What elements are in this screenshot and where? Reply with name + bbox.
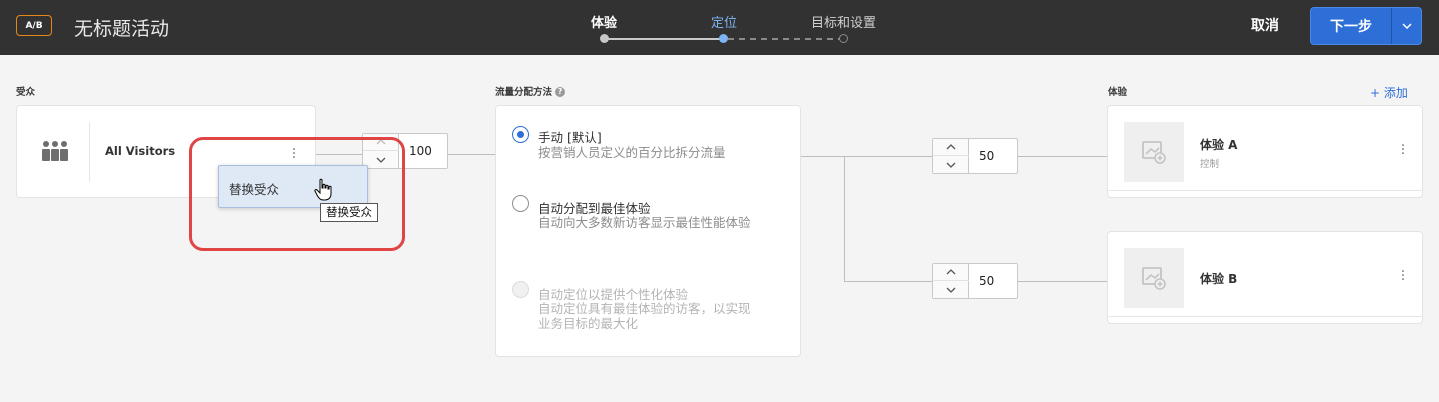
traffic-section-label: 流量分配方法? — [495, 84, 566, 98]
stepper-arrows — [933, 264, 969, 298]
option-desc: 按营销人员定义的百分比拆分流量 — [538, 145, 726, 160]
stepper-value[interactable]: 100 — [409, 144, 432, 158]
visitors-icon — [42, 141, 68, 161]
experience-section-label: 体验 — [1108, 87, 1128, 98]
connector-line — [844, 156, 845, 282]
stepper-value[interactable]: 50 — [979, 149, 994, 163]
decrement-icon[interactable] — [933, 156, 969, 173]
connector-line — [1018, 156, 1108, 157]
step-dot-experience — [600, 34, 609, 43]
connector-line — [1018, 281, 1108, 282]
next-button[interactable]: 下一步 — [1310, 7, 1422, 45]
option-title[interactable]: 手动 [默认] — [538, 127, 602, 146]
activity-title[interactable]: 无标题活动 — [74, 14, 169, 41]
more-options-icon[interactable]: · · · — [1400, 265, 1406, 287]
radio-auto-target — [512, 281, 529, 298]
experience-name[interactable]: 体验 B — [1200, 270, 1237, 287]
step-targeting[interactable]: 定位 — [711, 12, 737, 31]
option-desc: 自动向大多数新访客显示最佳性能体验 — [538, 215, 751, 230]
experience-subtitle: 控制 — [1200, 159, 1220, 170]
cancel-button[interactable]: 取消 — [1251, 15, 1279, 35]
step-goals-settings[interactable]: 目标和设置 — [811, 12, 876, 31]
ab-test-badge: A/B — [16, 15, 52, 36]
connector-line — [800, 156, 932, 157]
step-remaining-line — [728, 38, 842, 40]
connector-line — [448, 154, 496, 155]
help-icon[interactable]: ? — [555, 87, 566, 97]
step-dot-targeting — [719, 34, 728, 43]
traffic-allocation-card: 手动 [默认] 按营销人员定义的百分比拆分流量 自动分配到最佳体验 自动向大多数… — [495, 105, 801, 357]
card-divider — [1108, 316, 1422, 317]
option-desc: 自动定位具有最佳体验的访客，以实现 — [538, 301, 751, 316]
next-button-label[interactable]: 下一步 — [1311, 8, 1391, 44]
traffic-section-text: 流量分配方法 — [495, 87, 553, 98]
step-progress-line — [604, 38, 724, 40]
audience-name: All Visitors — [105, 144, 176, 158]
experience-a-stepper[interactable]: 50 — [932, 138, 1018, 174]
stepper-arrows — [933, 139, 969, 173]
option-desc: 业务目标的最大化 — [538, 316, 639, 331]
image-placeholder-icon[interactable] — [1124, 248, 1184, 308]
chevron-down-icon[interactable] — [1392, 8, 1422, 44]
experience-a-card[interactable]: 体验 A 控制 · · · — [1107, 105, 1423, 198]
experience-b-stepper[interactable]: 50 — [932, 263, 1018, 299]
top-bar: A/B 无标题活动 体验 定位 目标和设置 取消 下一步 — [0, 0, 1439, 55]
experience-b-card[interactable]: 体验 B · · · — [1107, 231, 1423, 324]
increment-icon[interactable] — [933, 264, 969, 281]
stepper-value[interactable]: 50 — [979, 274, 994, 288]
connector-line — [844, 281, 932, 282]
step-experience[interactable]: 体验 — [591, 12, 617, 31]
annotation-highlight — [189, 137, 405, 251]
image-placeholder-icon[interactable] — [1124, 122, 1184, 182]
experience-name[interactable]: 体验 A — [1200, 136, 1237, 153]
radio-auto-allocate[interactable] — [512, 195, 529, 212]
radio-manual[interactable] — [512, 126, 529, 143]
step-dot-goals — [839, 34, 848, 43]
more-options-icon[interactable]: · · · — [1400, 139, 1406, 161]
add-experience-link[interactable]: + 添加 — [1370, 84, 1408, 101]
card-divider — [1108, 190, 1422, 191]
increment-icon[interactable] — [933, 139, 969, 156]
audience-section-label: 受众 — [16, 87, 36, 98]
card-divider — [89, 122, 90, 182]
decrement-icon[interactable] — [933, 281, 969, 298]
